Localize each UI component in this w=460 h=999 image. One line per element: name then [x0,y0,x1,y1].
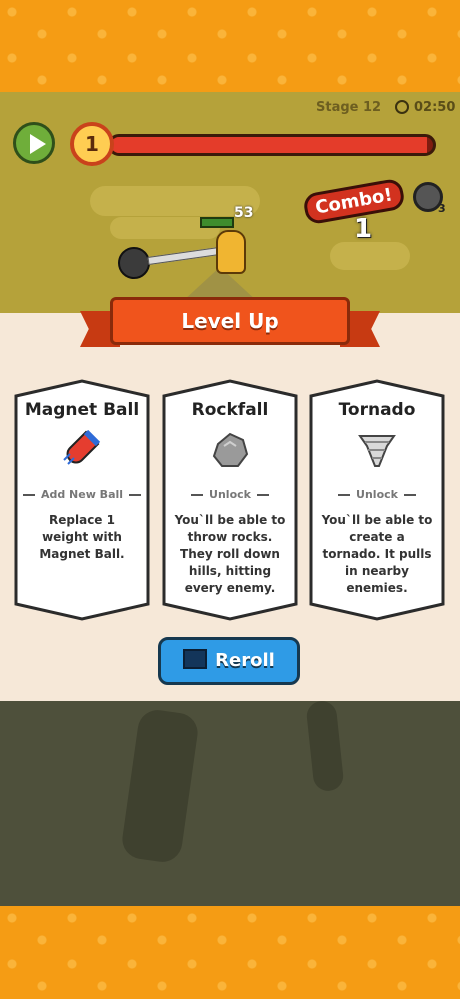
reroll-label: Reroll [215,650,275,671]
reroll-button[interactable]: Reroll [158,637,300,685]
upgrade-card-tornado[interactable]: Tornado Unlock You`ll be able to create … [308,378,446,622]
game-ground-area [0,699,460,906]
card-title: Rockfall [191,400,269,420]
card-title: Magnet Ball [24,400,140,420]
player-level-badge: 1 [70,122,114,166]
card-subtitle: Unlock [308,488,446,501]
ground-shadow [305,699,345,793]
video-ad-icon [183,649,208,669]
card-subtitle: Add New Ball [13,488,151,501]
level-up-banner: Level Up [80,297,380,353]
player-character [216,230,246,274]
card-subtitle: Unlock [161,488,299,501]
tornado-icon [358,435,396,467]
ball-count: 3 [438,202,446,215]
card-description: Replace 1 weight with Magnet Ball. [39,513,125,561]
rock-icon [212,432,249,467]
ground-shadow [119,707,201,865]
resume-play-button[interactable] [13,122,55,164]
player-health-bar [200,217,234,228]
combo-count: 1 [354,214,373,244]
upgrade-card-magnet-ball[interactable]: Magnet Ball Add New Ball Replace 1 weigh… [13,378,151,622]
player-health-value: 53 [234,205,254,221]
wrecking-ball [118,247,150,279]
card-description: You`ll be able to create a tornado. It p… [321,513,433,595]
timer-value: 02:50 [414,100,456,115]
card-title: Tornado [338,400,416,420]
top-decorative-band [0,0,460,92]
game-scene: Stage 12 02:50 1 Combo! 1 3 53 [0,92,460,313]
xp-progress-fill [111,137,427,153]
xp-progress-bar [108,134,436,156]
card-description: You`ll be able to throw rocks. They roll… [174,513,286,595]
magnet-icon [63,430,101,465]
upgrade-card-rockfall[interactable]: Rockfall Unlock You`ll be able to throw … [161,378,299,622]
bottom-decorative-band [0,906,460,999]
stage-label: Stage 12 [316,100,382,115]
level-up-title: Level Up [110,297,350,345]
scene-cloud [330,242,410,270]
stopwatch-icon [395,100,409,114]
